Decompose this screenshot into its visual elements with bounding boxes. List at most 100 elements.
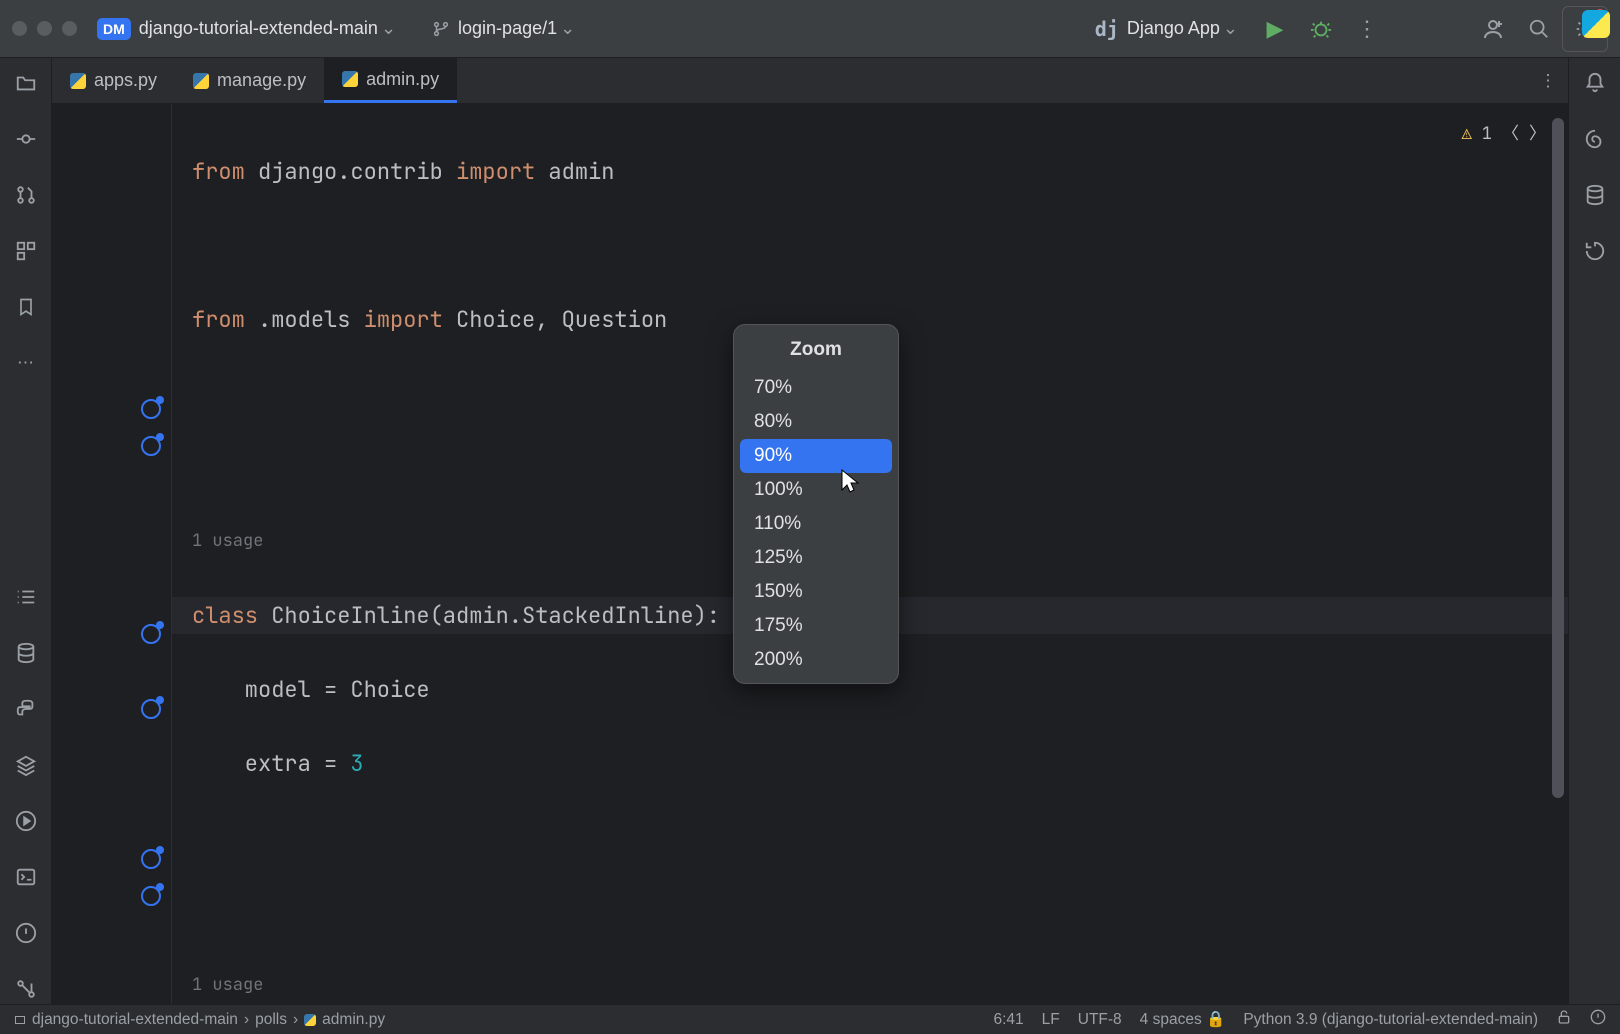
project-tool-button[interactable] [11, 68, 41, 98]
tab-label: admin.py [366, 69, 439, 90]
zoom-popup-title: Zoom [740, 331, 892, 371]
services-tool-button[interactable] [11, 750, 41, 780]
more-tools-button[interactable]: ⋯ [11, 348, 41, 378]
avatar-icon [1481, 17, 1505, 41]
caret-position[interactable]: 6:41 [993, 1011, 1023, 1029]
bug-icon [1310, 18, 1332, 40]
editor-scrollbar[interactable] [1552, 118, 1564, 798]
editor-gutter[interactable] [52, 104, 172, 1004]
zoom-option[interactable]: 110% [740, 507, 892, 541]
readonly-toggle[interactable] [1556, 1009, 1572, 1030]
endpoints-tool-button[interactable] [1580, 236, 1610, 266]
zoom-option[interactable]: 150% [740, 575, 892, 609]
search-everywhere-button[interactable] [1516, 6, 1562, 52]
gutter-mark-icon[interactable] [141, 624, 161, 644]
notifications-tool-button[interactable] [1580, 68, 1610, 98]
breadcrumb[interactable]: django-tutorial-extended-main › polls › … [14, 1011, 385, 1029]
status-bar: django-tutorial-extended-main › polls › … [0, 1004, 1620, 1034]
database-icon [15, 642, 37, 664]
more-actions-button[interactable]: ⋮ [1344, 6, 1390, 52]
gutter-mark-icon[interactable] [141, 699, 161, 719]
tab-admin[interactable]: admin.py [324, 58, 457, 103]
search-icon [1528, 18, 1550, 40]
prev-highlight-button[interactable]: 〈 [1502, 116, 1519, 153]
database-icon [1584, 184, 1606, 206]
inspection-widget[interactable]: ⚠ 1 〈 〉 [1462, 116, 1546, 153]
structure-tool-button[interactable] [11, 236, 41, 266]
right-tool-rail [1568, 58, 1620, 1004]
problems-tool-button[interactable] [11, 918, 41, 948]
pycharm-logo-icon [1582, 10, 1610, 38]
database-right-tool-button[interactable] [1580, 180, 1610, 210]
zoom-option[interactable]: 175% [740, 609, 892, 643]
python-file-icon [70, 73, 86, 89]
restore-icon [1584, 240, 1606, 262]
warning-circle-icon [15, 922, 37, 944]
gutter-mark-icon[interactable] [141, 886, 161, 906]
lock-open-icon [1556, 1009, 1572, 1025]
python-file-icon [193, 73, 209, 89]
spiral-icon [1584, 128, 1606, 150]
tab-more-button[interactable]: ⋮ [1528, 58, 1568, 103]
zoom-option[interactable]: 80% [740, 405, 892, 439]
terminal-tool-button[interactable] [11, 862, 41, 892]
run-config-selector[interactable]: dj Django App [1095, 17, 1238, 41]
run-tool-button[interactable] [11, 806, 41, 836]
indent-settings[interactable]: 4 spaces 🔒 [1140, 1010, 1226, 1029]
terminal-icon [15, 866, 37, 888]
gutter-mark-icon[interactable] [141, 399, 161, 419]
run-button[interactable]: ▶ [1252, 6, 1298, 52]
project-selector[interactable]: django-tutorial-extended-main [139, 18, 396, 39]
tab-apps[interactable]: apps.py [52, 58, 175, 103]
code-with-me-button[interactable] [1470, 6, 1516, 52]
usage-hint[interactable]: 1 usage [172, 967, 1568, 1004]
todo-tool-button[interactable] [11, 582, 41, 612]
debug-button[interactable] [1298, 6, 1344, 52]
commit-tool-button[interactable] [11, 124, 41, 154]
python-file-icon [304, 1014, 316, 1026]
pull-request-icon [15, 184, 37, 206]
django-icon: dj [1095, 17, 1119, 41]
commit-icon [15, 128, 37, 150]
zoom-option[interactable]: 200% [740, 643, 892, 677]
branch-icon [432, 20, 450, 38]
next-highlight-button[interactable]: 〉 [1529, 116, 1546, 153]
branch-name: login-page/1 [458, 18, 575, 39]
zoom-popup: Zoom 70%80%90%100%110%125%150%175%200% [733, 324, 899, 684]
gutter-mark-icon[interactable] [141, 849, 161, 869]
tab-manage[interactable]: manage.py [175, 58, 324, 103]
folder-icon [14, 1014, 26, 1026]
project-badge: DM [97, 18, 131, 40]
play-circle-icon [15, 810, 37, 832]
python-icon [15, 698, 37, 720]
python-console-tool-button[interactable] [11, 694, 41, 724]
status-problems[interactable] [1590, 1009, 1606, 1030]
folder-icon [15, 72, 37, 94]
pull-requests-tool-button[interactable] [11, 180, 41, 210]
bookmarks-tool-button[interactable] [11, 292, 41, 322]
zoom-option[interactable]: 90% [740, 439, 892, 473]
warning-circle-icon [1590, 1009, 1606, 1025]
line-separator[interactable]: LF [1042, 1011, 1060, 1029]
warning-icon: ⚠ [1462, 116, 1472, 153]
bookmark-icon [16, 296, 36, 318]
zoom-option[interactable]: 125% [740, 541, 892, 575]
left-tool-rail: ⋯ [0, 58, 52, 1004]
ai-assistant-tool-button[interactable] [1580, 124, 1610, 154]
git-icon [15, 978, 37, 1000]
titlebar: DM django-tutorial-extended-main login-p… [0, 0, 1620, 58]
zoom-option[interactable]: 70% [740, 371, 892, 405]
vcs-tool-button[interactable] [11, 974, 41, 1004]
tab-label: apps.py [94, 70, 157, 91]
warning-count: 1 [1482, 116, 1492, 153]
window-controls[interactable] [12, 21, 77, 36]
python-interpreter[interactable]: Python 3.9 (django-tutorial-extended-mai… [1243, 1011, 1538, 1029]
editor-tabs: apps.py manage.py admin.py ⋮ [52, 58, 1568, 104]
file-encoding[interactable]: UTF-8 [1078, 1011, 1122, 1029]
zoom-option[interactable]: 100% [740, 473, 892, 507]
gutter-mark-icon[interactable] [141, 436, 161, 456]
database-tool-button[interactable] [11, 638, 41, 668]
git-branch-selector[interactable]: login-page/1 [432, 18, 575, 39]
python-file-icon [342, 71, 358, 87]
list-icon [15, 586, 37, 608]
